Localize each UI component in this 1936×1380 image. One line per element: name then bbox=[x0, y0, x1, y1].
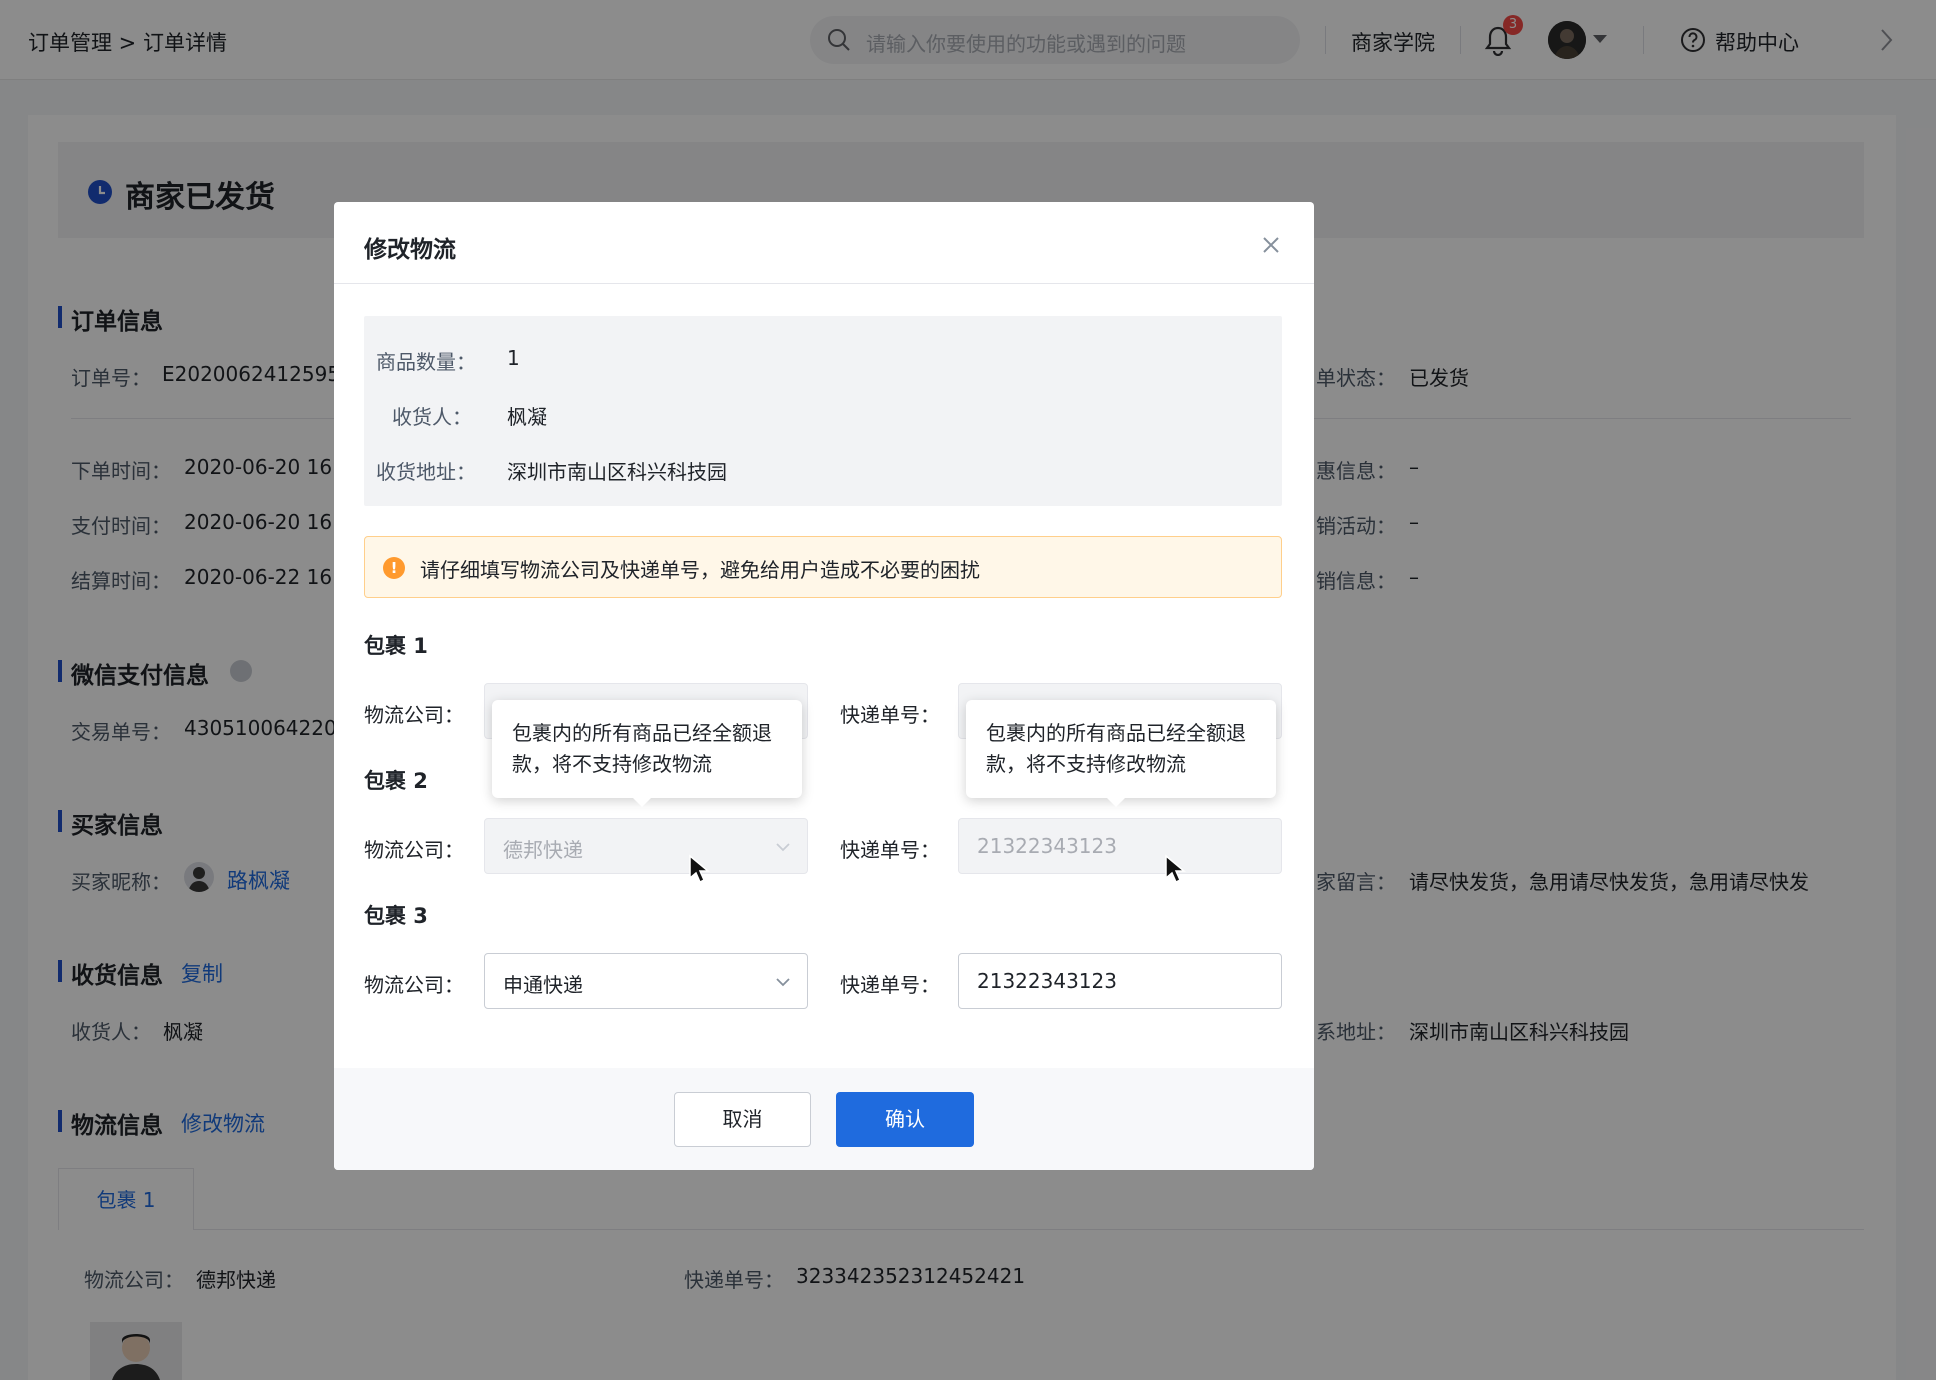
company-label: 物流公司： bbox=[364, 838, 464, 862]
package-3-company-value: 申通快递 bbox=[503, 973, 583, 997]
tooltip-arrow bbox=[1106, 797, 1126, 807]
package-2-title: 包裹 2 bbox=[364, 769, 428, 793]
confirm-button[interactable]: 确认 bbox=[836, 1092, 974, 1147]
package-2-company-select[interactable]: 德邦快递 bbox=[484, 818, 808, 874]
quantity-value: 1 bbox=[507, 346, 520, 370]
tooltip-text: 包裹内的所有商品已经全额退款，将不支持修改物流 bbox=[512, 721, 772, 776]
modal-title: 修改物流 bbox=[364, 237, 456, 263]
package-2-tracking-value: 21322343123 bbox=[977, 834, 1117, 858]
tracking-label: 快递单号： bbox=[840, 838, 940, 862]
package-2-company-value: 德邦快递 bbox=[503, 838, 583, 862]
warning-icon: ! bbox=[383, 557, 405, 579]
close-icon[interactable] bbox=[1260, 234, 1282, 256]
package-2-tracking-input[interactable]: 21322343123 bbox=[958, 818, 1282, 874]
modal-footer bbox=[334, 1068, 1314, 1170]
receiver-label: 收货人： bbox=[392, 405, 472, 429]
cancel-button[interactable]: 取消 bbox=[674, 1092, 811, 1147]
warning-notice: ! 请仔细填写物流公司及快递单号，避免给用户造成不必要的困扰 bbox=[364, 536, 1282, 598]
address-value: 深圳市南山区科兴科技园 bbox=[507, 460, 727, 484]
tracking-label: 快递单号： bbox=[840, 973, 940, 997]
chevron-down-icon bbox=[776, 843, 790, 852]
refund-tooltip: 包裹内的所有商品已经全额退款，将不支持修改物流 bbox=[492, 700, 802, 807]
quantity-label: 商品数量： bbox=[376, 350, 476, 374]
package-3-title: 包裹 3 bbox=[364, 904, 428, 928]
address-label: 收货地址： bbox=[376, 460, 476, 484]
receiver-value: 枫凝 bbox=[507, 405, 547, 429]
package-3-tracking-value: 21322343123 bbox=[977, 969, 1117, 993]
company-label: 物流公司： bbox=[364, 973, 464, 997]
tooltip-text: 包裹内的所有商品已经全额退款，将不支持修改物流 bbox=[986, 721, 1246, 776]
package-3-company-select[interactable]: 申通快递 bbox=[484, 953, 808, 1009]
mouse-cursor-icon bbox=[1165, 854, 1186, 884]
package-3-tracking-input[interactable]: 21322343123 bbox=[958, 953, 1282, 1009]
mouse-cursor-icon bbox=[689, 854, 710, 884]
order-summary: 商品数量： 1 收货人： 枫凝 收货地址： 深圳市南山区科兴科技园 bbox=[364, 316, 1282, 506]
company-label: 物流公司： bbox=[364, 703, 464, 727]
edit-logistics-modal: 修改物流 商品数量： 1 收货人： 枫凝 收货地址： 深圳市南山区科兴科技园 !… bbox=[334, 202, 1314, 1170]
tooltip-arrow bbox=[632, 797, 652, 807]
modal-header-divider bbox=[334, 283, 1314, 284]
package-1-title: 包裹 1 bbox=[364, 634, 428, 658]
refund-tooltip: 包裹内的所有商品已经全额退款，将不支持修改物流 bbox=[966, 700, 1276, 807]
chevron-down-icon bbox=[776, 978, 790, 987]
tracking-label: 快递单号： bbox=[840, 703, 940, 727]
notice-text: 请仔细填写物流公司及快递单号，避免给用户造成不必要的困扰 bbox=[420, 558, 980, 582]
